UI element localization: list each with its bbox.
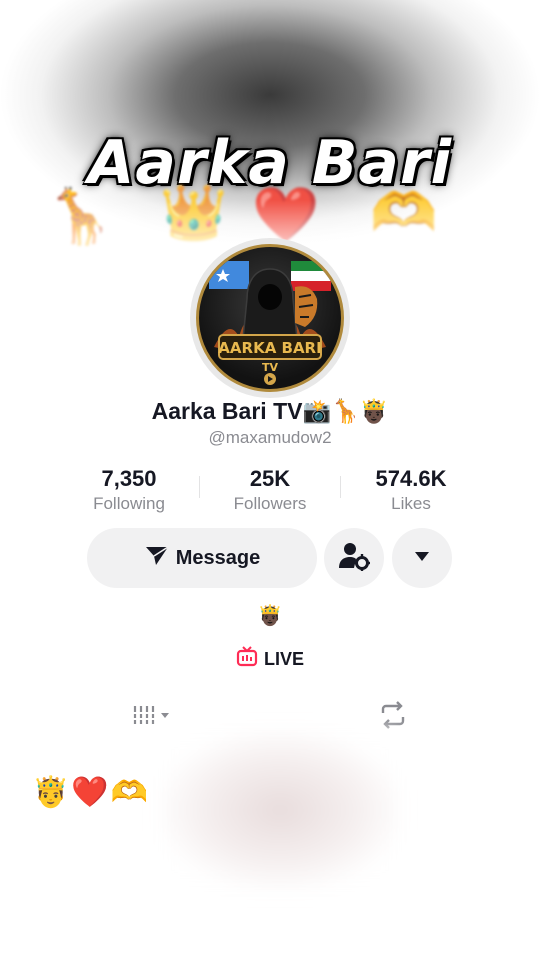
message-button[interactable]: Message [87,528,317,588]
tab-reposts[interactable] [376,700,410,734]
blurred-video-thumbnail[interactable] [160,730,400,890]
tab-videos[interactable] [130,702,174,732]
bio-emoji: 🤴🏿 [257,605,283,627]
share-icon[interactable] [482,218,516,252]
stat-following[interactable]: 7,350 Following [49,466,209,514]
message-label: Message [175,546,261,569]
live-link[interactable]: LIVE [0,646,540,673]
send-icon [144,543,170,573]
grid-icon [131,702,173,733]
avatar[interactable]: AARKA BARI TV [190,238,350,398]
followers-count: 25K [249,466,291,491]
triangle-down-icon [414,549,430,567]
more-options-button[interactable] [392,528,452,588]
display-name: Aarka Bari TV📸🦒🤴🏿 [151,398,389,424]
post-caption: 🤴❤️🫶 [32,776,151,809]
add-friend-button[interactable] [324,528,384,588]
bell-icon[interactable] [426,218,460,252]
avatar-image: AARKA BARI TV [196,244,344,392]
repost-icon [377,700,409,734]
person-gear-icon [338,541,371,576]
live-label: LIVE [263,649,304,669]
followers-label: Followers [233,494,307,513]
username[interactable]: @maxamudow2 [0,428,540,448]
likes-count: 574.6K [375,466,447,491]
avatar-logo-text: AARKA BARI [218,339,321,357]
live-tv-icon [236,646,258,673]
avatar-logo-subtext: TV [262,361,279,374]
following-count: 7,350 [101,466,157,491]
following-label: Following [93,494,165,513]
stat-likes[interactable]: 574.6K Likes [331,466,491,514]
back-arrow-icon[interactable] [20,218,54,252]
likes-label: Likes [391,494,431,513]
stat-followers[interactable]: 25K Followers [190,466,350,514]
